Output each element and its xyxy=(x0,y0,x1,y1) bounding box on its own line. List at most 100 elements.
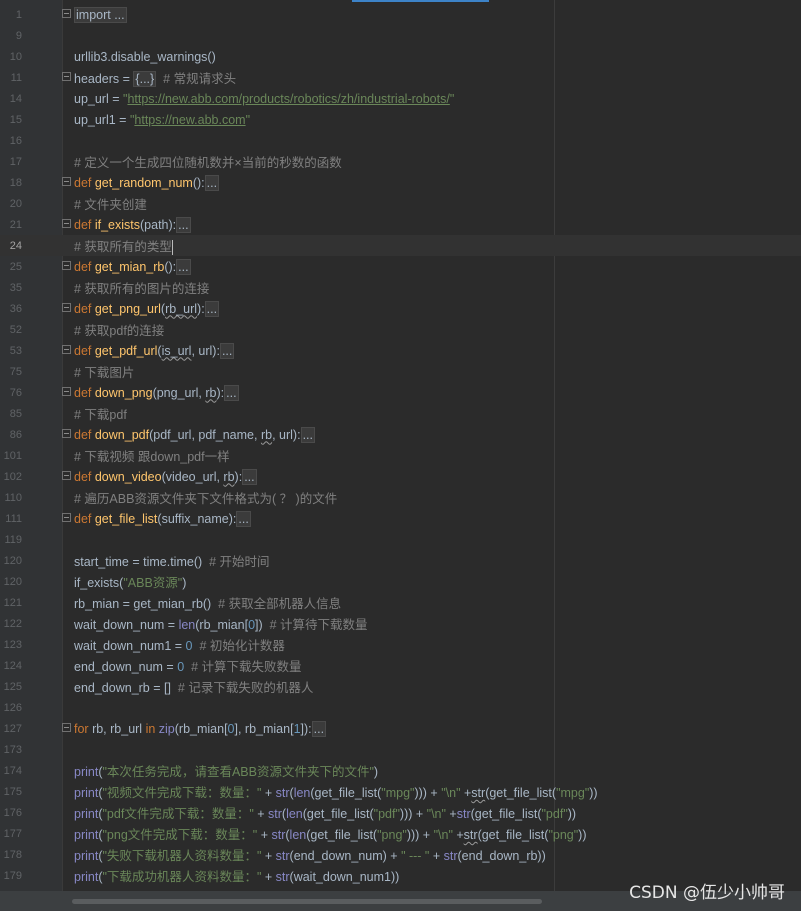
code-line[interactable]: 35 # 获取所有的图片的连接 xyxy=(0,277,801,298)
folded-block[interactable]: ... xyxy=(242,468,257,485)
line-number: 176 xyxy=(3,806,22,819)
code-line[interactable]: 10 urllib3.disable_warnings() xyxy=(0,46,801,67)
code-line[interactable]: 101 # 下载视频 跟down_pdf一样 xyxy=(0,445,801,466)
line-number: 75 xyxy=(9,365,22,378)
code-text: def down_video(video_url, rb):... xyxy=(74,468,257,485)
code-token: get_random_num xyxy=(94,175,193,190)
code-line[interactable]: 86 def down_pdf(pdf_url, pdf_name, rb, ur… xyxy=(0,424,801,445)
code-token: headers = xyxy=(74,72,134,86)
folded-block[interactable]: ... xyxy=(204,174,220,191)
code-line[interactable]: 177 print("png文件完成下载：数量：" + str(len(get_f… xyxy=(0,823,801,844)
code-line[interactable]: 53 def get_pdf_url(is_url, url):... xyxy=(0,340,801,361)
line-number: 175 xyxy=(3,785,22,798)
code-token: (rb_mian[ xyxy=(195,618,249,632)
code-line[interactable]: 173 xyxy=(0,739,801,760)
code-line[interactable]: 1 import ... xyxy=(0,4,801,25)
code-line[interactable]: 178 print("失败下载机器人资料数量：" + str(end_down_n… xyxy=(0,844,801,865)
code-token: def xyxy=(74,469,95,484)
folded-block[interactable]: ... xyxy=(219,342,235,359)
code-line[interactable]: 15 up_url1 = "https://new.abb.com" xyxy=(0,109,801,130)
code-line[interactable]: 110 # 遍历ABB资源文件夹下文件格式为( ？ )的文件 xyxy=(0,487,801,508)
code-line[interactable]: 11 headers = {...} # 常规请求头 xyxy=(0,67,801,88)
code-line[interactable]: 75 # 下载图片 xyxy=(0,361,801,382)
code-line[interactable]: 176 print("pdf文件完成下载：数量：" + str(len(get_f… xyxy=(0,802,801,823)
code-line[interactable]: 102 def down_video(video_url, rb):... xyxy=(0,466,801,487)
code-line[interactable]: 36 def get_png_url(rb_url):... xyxy=(0,298,801,319)
fold-toggle-icon[interactable] xyxy=(62,72,71,81)
code-line[interactable]: 24 # 获取所有的类型 xyxy=(0,235,801,256)
fold-toggle-icon[interactable] xyxy=(62,429,71,438)
code-token: ]) xyxy=(255,618,270,632)
code-token: str xyxy=(456,807,471,821)
folded-block[interactable]: ... xyxy=(300,426,315,443)
code-line[interactable]: 120 start_time = time.time() # 开始时间 xyxy=(0,550,801,571)
code-line[interactable]: 121 rb_mian = get_mian_rb() # 获取全部机器人信息 xyxy=(0,592,801,613)
line-number: 125 xyxy=(3,680,22,693)
code-line[interactable]: 16 xyxy=(0,130,801,151)
code-line[interactable]: 18 def get_random_num():... xyxy=(0,172,801,193)
folded-block[interactable]: import ... xyxy=(74,6,127,23)
folded-block[interactable]: ... xyxy=(204,300,220,317)
code-line[interactable]: 17 # 定义一个生成四位随机数并×当前的秒数的函数 xyxy=(0,151,801,172)
line-number: 11 xyxy=(10,71,22,84)
code-line[interactable]: 175 print("视频文件完成下载：数量：" + str(len(get_fi… xyxy=(0,781,801,802)
code-token: # 开始时间 xyxy=(209,555,270,569)
code-token: + xyxy=(460,786,472,800)
code-token: "失败下载机器人资料数量：" xyxy=(102,849,262,863)
code-token: def xyxy=(74,385,95,400)
code-line[interactable]: 9 xyxy=(0,25,801,46)
code-token: start_time = time.time() xyxy=(74,555,210,569)
code-line[interactable]: 25 def get_mian_rb():... xyxy=(0,256,801,277)
code-line[interactable]: 119 xyxy=(0,529,801,550)
fold-toggle-icon[interactable] xyxy=(62,177,71,186)
line-number: 9 xyxy=(15,29,22,42)
fold-toggle-icon[interactable] xyxy=(62,261,71,270)
code-token: https://new.abb.com/products/robotics/zh… xyxy=(127,91,450,106)
code-line[interactable]: 123 wait_down_num1 = 0 # 初始化计数器 xyxy=(0,634,801,655)
fold-toggle-icon[interactable] xyxy=(62,387,71,396)
fold-toggle-icon[interactable] xyxy=(62,471,71,480)
fold-toggle-icon[interactable] xyxy=(62,513,71,522)
code-line[interactable]: 76 def down_png(png_url, rb):... xyxy=(0,382,801,403)
code-line[interactable]: 174 print("本次任务完成，请查看ABB资源文件夹下的文件") xyxy=(0,760,801,781)
fold-toggle-icon[interactable] xyxy=(62,219,71,228)
code-token: (get_file_list( xyxy=(485,786,557,800)
code-line[interactable]: 126 xyxy=(0,697,801,718)
code-line[interactable]: 21 def if_exists(path):... xyxy=(0,214,801,235)
code-line[interactable]: 111 def get_file_list(suffix_name):... xyxy=(0,508,801,529)
code-line[interactable]: 52 # 获取pdf的连接 xyxy=(0,319,801,340)
folded-block[interactable]: ... xyxy=(176,258,191,275)
code-line[interactable]: 125 end_down_rb = [] # 记录下载失败的机器人 xyxy=(0,676,801,697)
watermark: CSDN @伍少小帅哥 xyxy=(629,883,785,903)
fold-toggle-icon[interactable] xyxy=(62,723,71,732)
fold-toggle-icon[interactable] xyxy=(62,303,71,312)
code-line[interactable]: 127 for rb, rb_url in zip(rb_mian[0], rb_… xyxy=(0,718,801,739)
code-line[interactable]: 20 # 文件夹创建 xyxy=(0,193,801,214)
fold-toggle-icon[interactable] xyxy=(62,345,71,354)
folded-block[interactable]: ... xyxy=(236,510,251,527)
folded-block[interactable]: ... xyxy=(311,720,327,737)
code-line[interactable]: 124 end_down_num = 0 # 计算下载失败数量 xyxy=(0,655,801,676)
code-token: (): xyxy=(192,175,205,190)
code-token: (wait_down_num1)) xyxy=(289,870,400,884)
code-line[interactable]: 85 # 下载pdf xyxy=(0,403,801,424)
code-token: "ABB资源" xyxy=(123,576,183,590)
code-editor[interactable]: 1 import ... 9 10 urllib3.disable_warnings()… xyxy=(0,0,801,891)
code-token: 0 xyxy=(248,618,256,632)
code-line[interactable]: 122 wait_down_num = len(rb_mian[0]) # 计算待… xyxy=(0,613,801,634)
line-number: 18 xyxy=(9,176,22,189)
folded-block[interactable]: ... xyxy=(224,384,239,401)
code-line[interactable]: 120 if_exists("ABB资源") xyxy=(0,571,801,592)
code-token: down_video xyxy=(94,469,162,484)
code-text: print("pdf文件完成下载：数量：" + str(len(get_file… xyxy=(74,803,576,822)
code-token: (pdf_url, pdf_name, xyxy=(149,427,261,442)
scrollbar-thumb[interactable] xyxy=(72,899,542,904)
folded-block[interactable]: ... xyxy=(176,216,191,233)
code-token: def xyxy=(74,217,95,232)
fold-toggle-icon[interactable] xyxy=(62,9,71,18)
code-token: "pdf" xyxy=(541,807,568,821)
code-line[interactable]: 14 up_url = "https://new.abb.com/products… xyxy=(0,88,801,109)
folded-block[interactable]: {...} xyxy=(133,71,157,87)
code-token: (video_url, xyxy=(161,469,224,484)
line-number: 121 xyxy=(3,596,22,609)
